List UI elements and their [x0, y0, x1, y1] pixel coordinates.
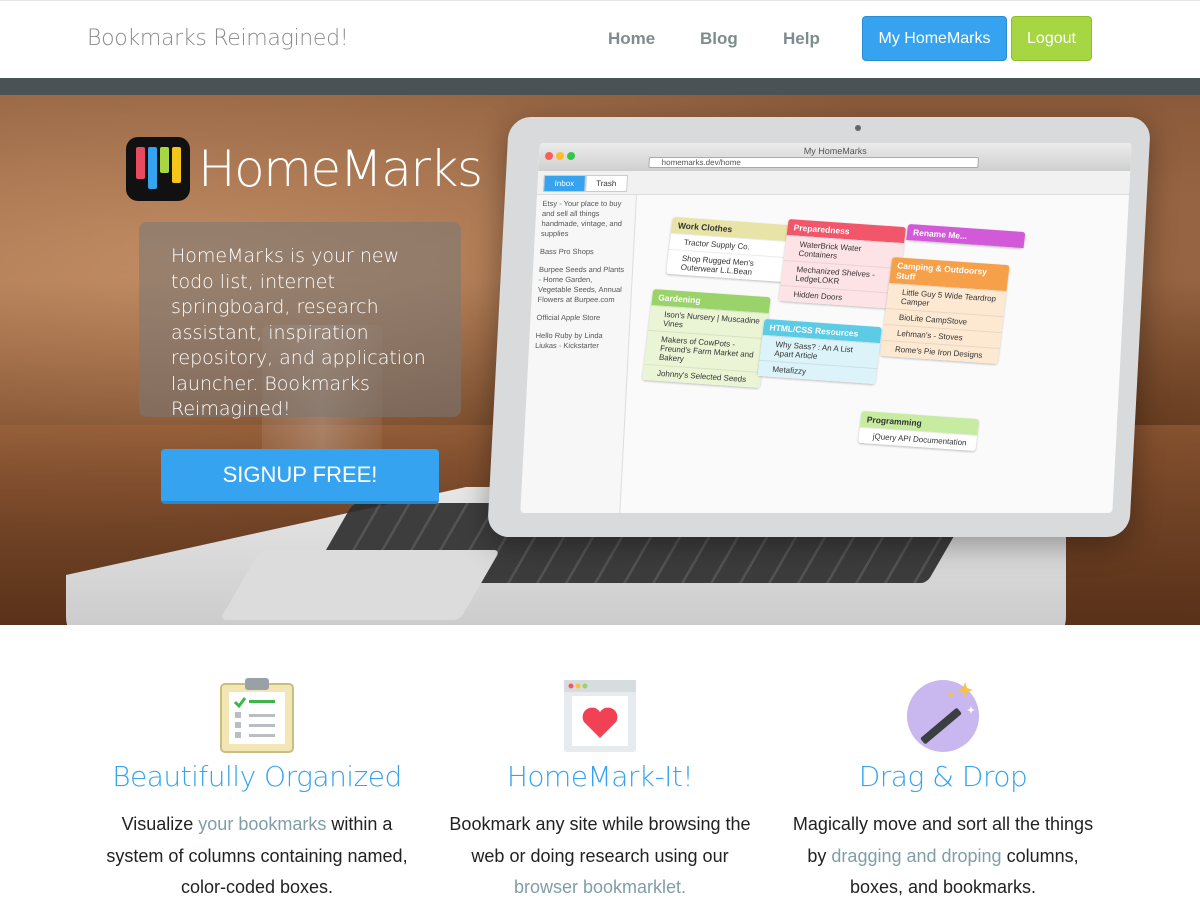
dragging-and-droping-link[interactable]: dragging and droping: [831, 846, 1001, 866]
top-navbar: Bookmarks Reimagined! Home Blog Help My …: [0, 0, 1200, 78]
feature-title: HomeMark-It!: [506, 760, 694, 793]
tab-inbox: Inbox: [543, 175, 586, 192]
signup-free-button[interactable]: SIGNUP FREE!: [161, 449, 439, 504]
feature-homemark-it: HomeMark-It! Bookmark any site while bro…: [440, 676, 760, 900]
sidebar-bookmark: Burpee Seeds and Plants - Home Garden, V…: [537, 265, 625, 304]
sidebar-bookmark: Etsy - Your place to buy and sell all th…: [540, 199, 623, 238]
your-bookmarks-link[interactable]: your bookmarks: [198, 814, 326, 834]
feature-description: Visualize your bookmarks within a system…: [97, 809, 417, 900]
logo-bar-green: [160, 147, 169, 173]
feature-description: Magically move and sort all the things b…: [783, 809, 1103, 900]
logout-button[interactable]: Logout: [1011, 16, 1092, 61]
hero-section: My HomeMarks homemarks.dev/home Inbox Tra…: [0, 95, 1200, 625]
laptop-screen: My HomeMarks homemarks.dev/home Inbox Tra…: [520, 143, 1132, 513]
header-divider-band: [0, 78, 1200, 95]
my-homemarks-button[interactable]: My HomeMarks: [862, 16, 1007, 61]
feature-beautifully-organized: Beautifully Organized Visualize your boo…: [97, 676, 417, 900]
feature-drag-drop: Drag & Drop Magically move and sort all …: [783, 676, 1103, 900]
app-toolbar: Inbox Trash: [536, 171, 1131, 195]
feature-text-part: Visualize: [121, 814, 199, 834]
feature-title: Drag & Drop: [858, 760, 1028, 793]
browser-titlebar: My HomeMarks homemarks.dev/home: [538, 143, 1132, 171]
hero-tagline: HomeMarks is your new todo list, interne…: [171, 245, 426, 420]
hero-logo: HomeMarks: [126, 137, 483, 201]
box-rename-me: Rename Me...: [906, 223, 1026, 249]
sidebar-bookmark: Hello Ruby by Linda Liukas - Kickstarter: [534, 331, 603, 350]
laptop-trackpad: [219, 550, 501, 620]
heart-window-icon: [560, 676, 640, 756]
homemarks-logo-icon: [126, 137, 190, 201]
feature-text-part: Bookmark any site while browsing the web…: [449, 814, 751, 866]
inbox-sidebar: Etsy - Your place to buy and sell all th…: [520, 195, 637, 513]
box-programming: Programming jQuery API Documentation: [858, 410, 980, 452]
browser-bookmarklet-link[interactable]: browser bookmarklet.: [514, 877, 686, 897]
hero-tagline-box: HomeMarks is your new todo list, interne…: [139, 222, 461, 420]
feature-title: Beautifully Organized: [112, 760, 402, 793]
logo-bar-yellow: [172, 147, 181, 183]
laptop-camera: [855, 125, 861, 131]
logo-bar-red: [136, 147, 145, 179]
nav-link-help[interactable]: Help: [783, 29, 820, 49]
nav-link-home[interactable]: Home: [608, 29, 655, 49]
magic-wand-icon: [903, 676, 983, 756]
box-work-clothes: Work Clothes Tractor Supply Co. Shop Rug…: [665, 216, 791, 283]
box-html-css-resources: HTML/CSS Resources Why Sass? : An A List…: [757, 318, 882, 385]
brand-tagline[interactable]: Bookmarks Reimagined!: [87, 26, 349, 51]
browser-window-title: My HomeMarks: [803, 146, 868, 156]
box-title: Rename Me...: [906, 223, 1026, 249]
browser-url-bar: homemarks.dev/home: [648, 157, 979, 168]
hero-logo-title: HomeMarks: [198, 140, 483, 198]
box-gardening: Gardening Ison's Nursery | Muscadine Vin…: [642, 288, 771, 389]
sidebar-bookmark: Official Apple Store: [536, 313, 601, 322]
box-camping: Camping & Outdoorsy Stuff Little Guy 5 W…: [880, 257, 1010, 364]
tab-trash: Trash: [584, 175, 628, 192]
clipboard-icon: [217, 676, 297, 756]
logo-bar-blue: [148, 147, 157, 189]
feature-description: Bookmark any site while browsing the web…: [440, 809, 760, 900]
nav-link-blog[interactable]: Blog: [700, 29, 738, 49]
sidebar-bookmark: Bass Pro Shops: [539, 247, 595, 256]
